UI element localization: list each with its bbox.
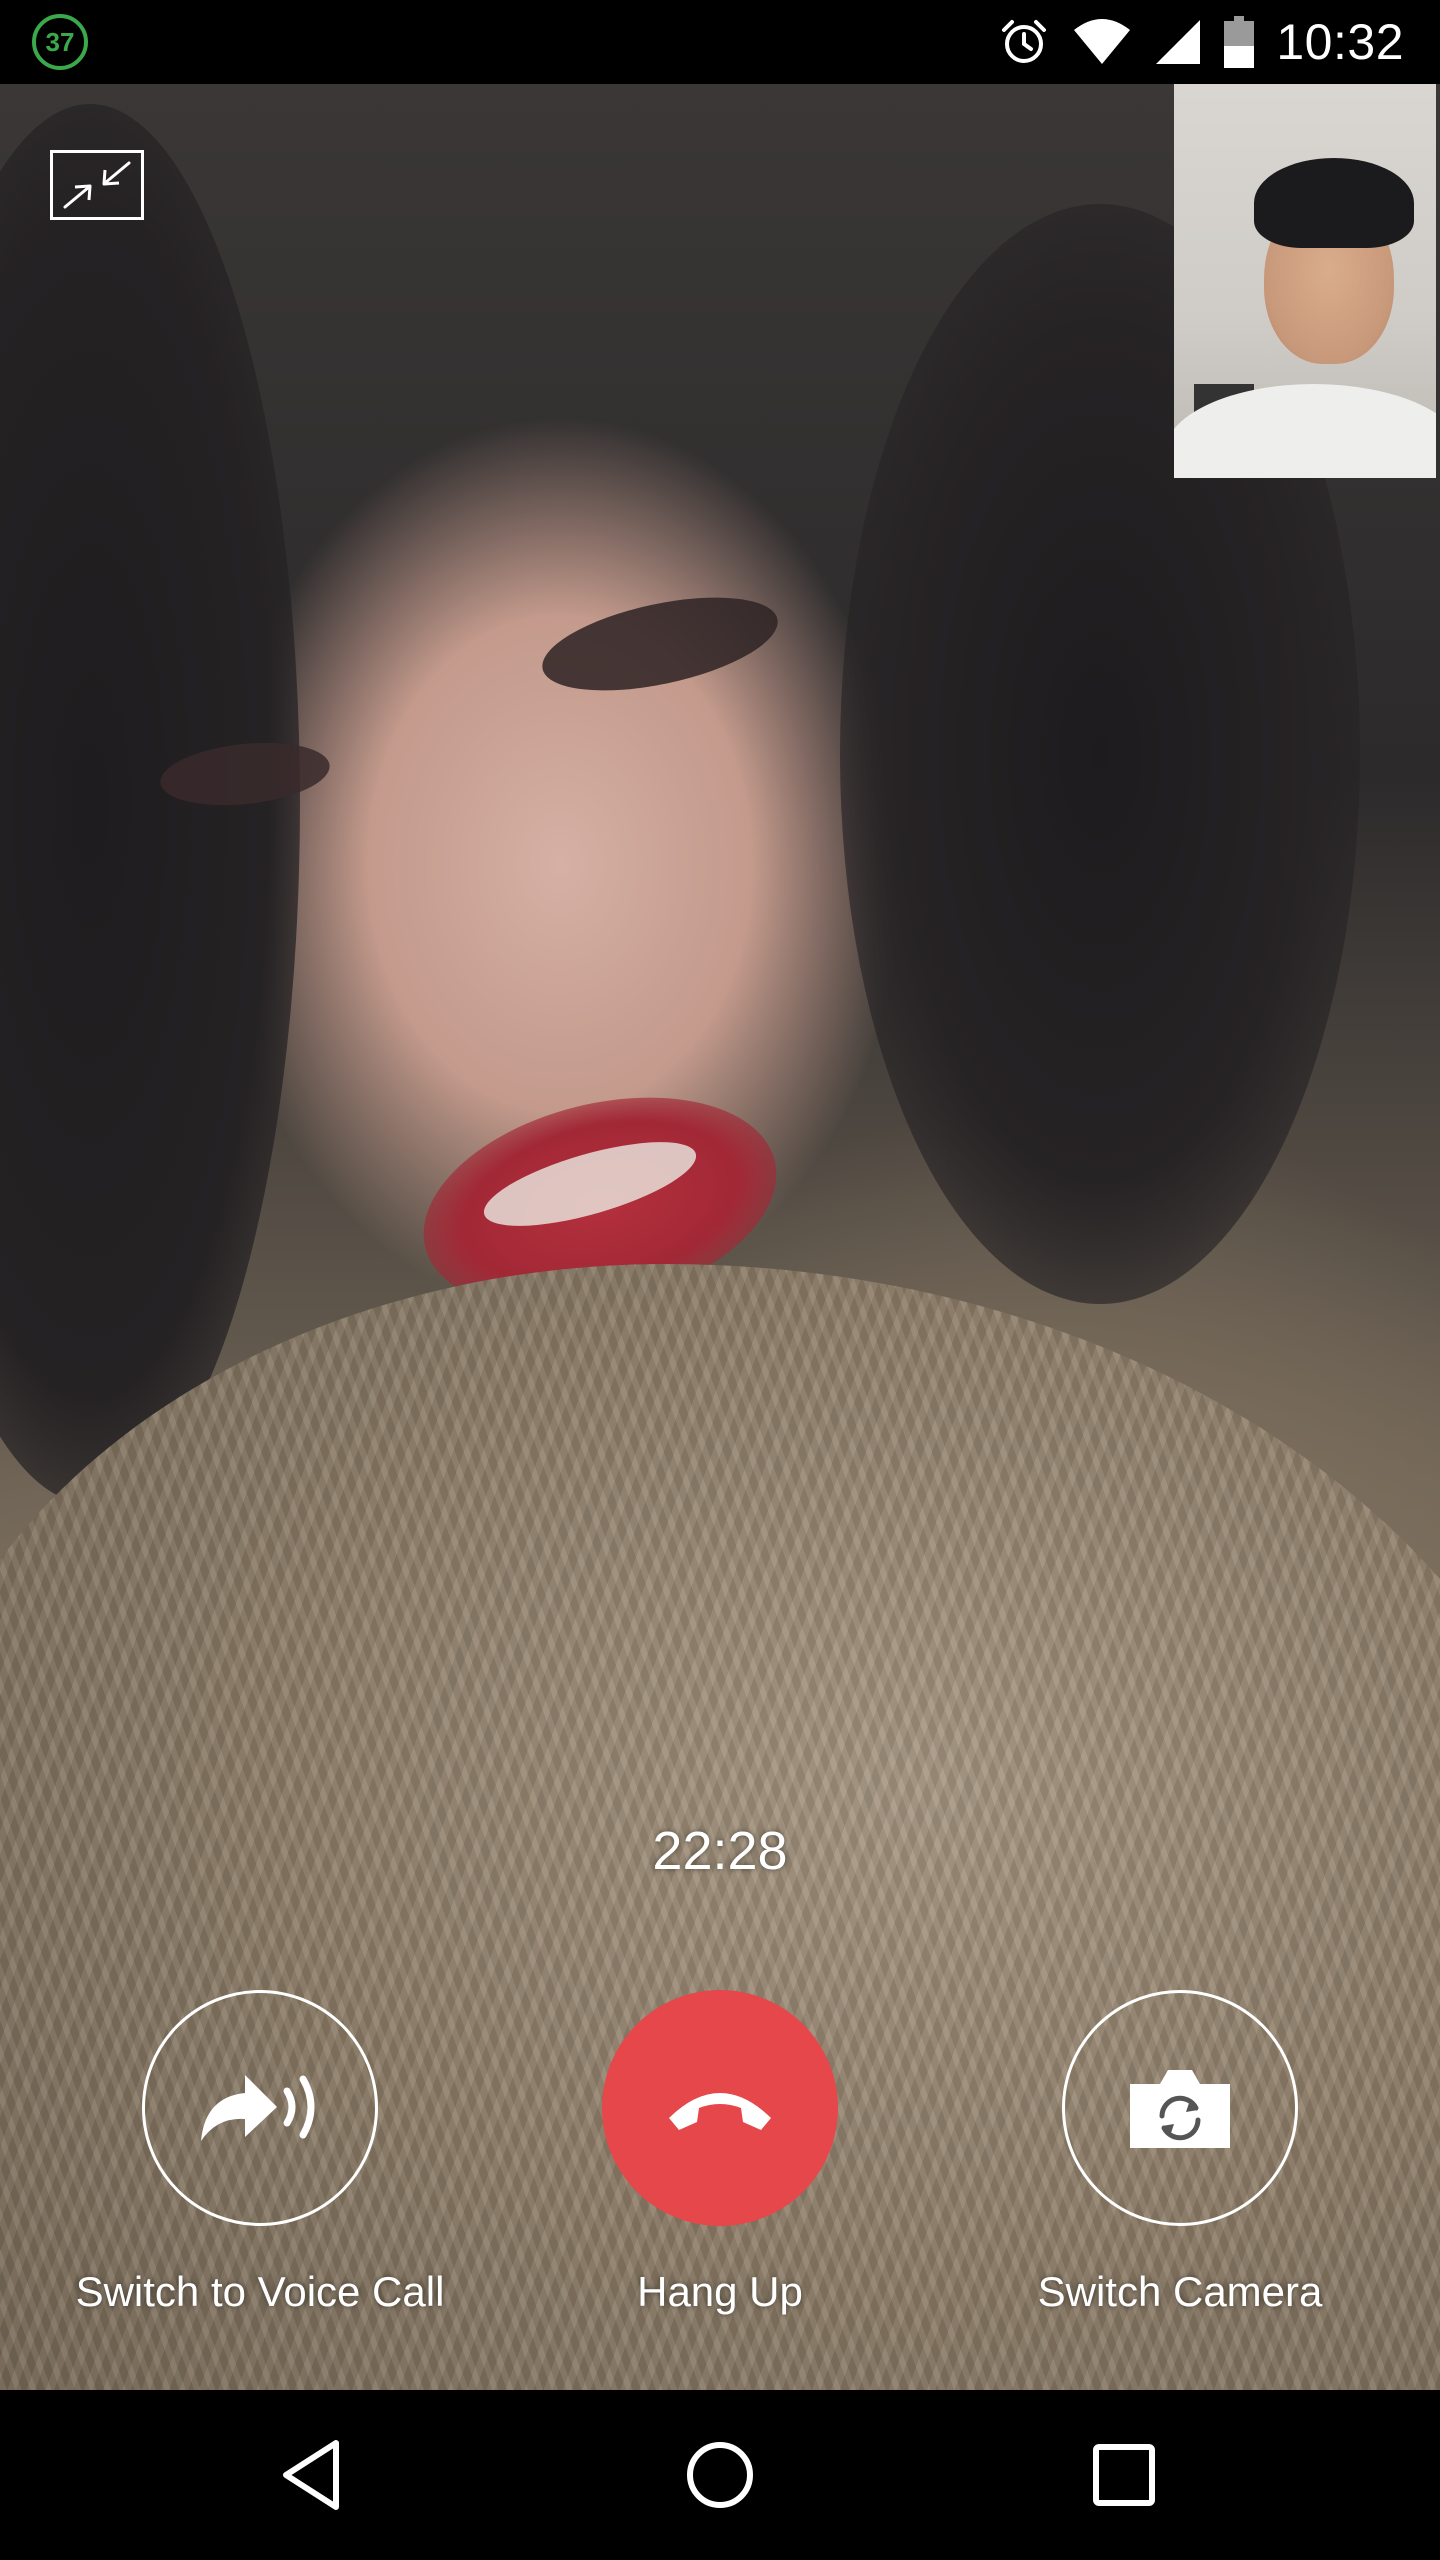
hang-up-icon [669, 2093, 771, 2130]
minimize-icon [63, 161, 131, 209]
switch-camera-icon [1130, 2070, 1230, 2148]
home-button[interactable] [680, 2435, 760, 2515]
status-icons: 10:32 [998, 0, 1404, 84]
status-bar: 37 10:32 [0, 0, 1440, 84]
switch-camera-button[interactable]: Switch Camera [970, 1990, 1390, 2316]
recents-icon [1093, 2444, 1155, 2506]
home-icon [687, 2442, 753, 2508]
alarm-icon [998, 16, 1050, 68]
voice-call-icon [201, 2075, 315, 2141]
hang-up-label: Hang Up [637, 2268, 803, 2315]
switch-to-voice-call-button[interactable]: Switch to Voice Call [50, 1990, 470, 2316]
back-button[interactable] [276, 2435, 356, 2515]
video-call-screen: 37 10:32 22:28 Switch to Voice Call Hang… [0, 0, 1440, 2560]
voice-call-circle[interactable] [142, 1990, 378, 2226]
wifi-icon [1072, 18, 1132, 66]
switch-camera-circle[interactable] [1062, 1990, 1298, 2226]
minimize-button[interactable] [50, 150, 144, 220]
back-icon [283, 2440, 339, 2510]
signal-icon [1154, 18, 1202, 66]
recents-button[interactable] [1084, 2435, 1164, 2515]
navigation-bar [0, 2390, 1440, 2560]
hang-up-circle[interactable] [602, 1990, 838, 2226]
voice-call-label: Switch to Voice Call [75, 2268, 445, 2315]
call-controls: Switch to Voice Call Hang Up Switch Came… [0, 1990, 1440, 2330]
switch-camera-label: Switch Camera [1037, 2268, 1323, 2315]
battery-icon [1224, 16, 1255, 68]
hang-up-button[interactable]: Hang Up [510, 1990, 930, 2316]
call-timer: 22:28 [652, 1821, 788, 1881]
notification-badge: 37 [32, 14, 88, 70]
self-camera-preview[interactable] [1174, 84, 1436, 478]
status-time: 10:32 [1276, 14, 1404, 70]
